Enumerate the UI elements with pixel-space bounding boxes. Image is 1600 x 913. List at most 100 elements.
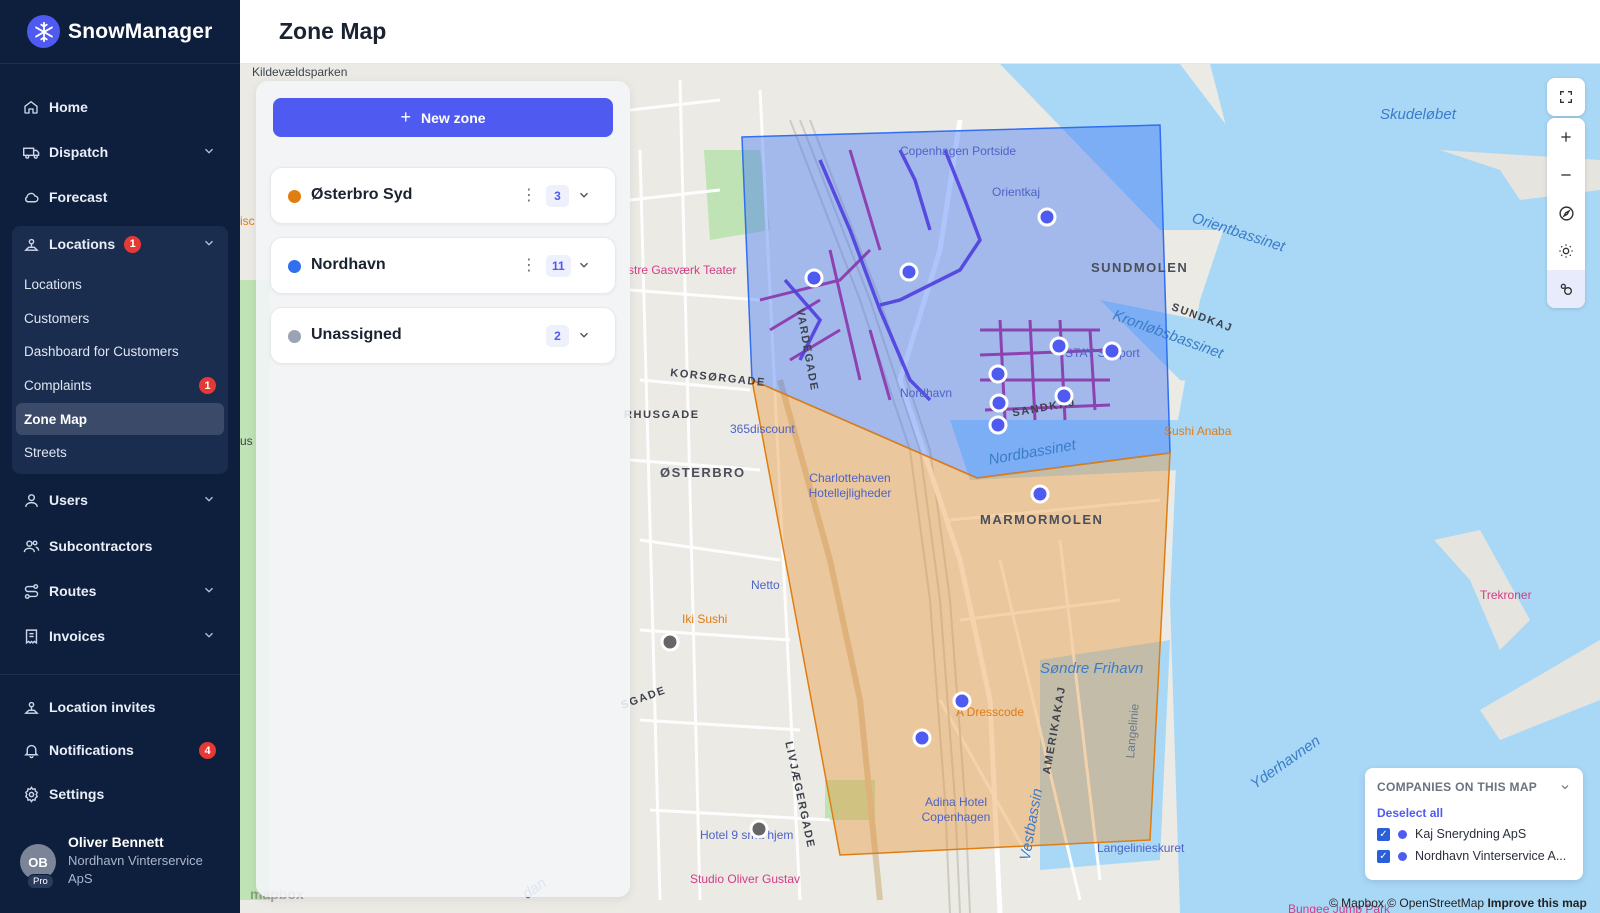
map-label-district: MARMORMOLEN (980, 512, 1104, 527)
map-label-fragment: isc (240, 214, 255, 228)
sidebar-item-notifications[interactable]: Notifications 4 (12, 731, 228, 769)
map-label-station: Nordhavn (900, 386, 953, 400)
sidebar-item-dispatch[interactable]: Dispatch (12, 133, 228, 171)
plus-icon: + (400, 107, 411, 127)
zone-card-nordhavn[interactable]: Nordhavn ⋮ 11 (270, 237, 616, 294)
fullscreen-icon[interactable] (1547, 78, 1585, 116)
zoom-in-icon[interactable] (1547, 118, 1585, 156)
zoom-out-icon[interactable] (1547, 156, 1585, 194)
layers-icon[interactable] (1547, 270, 1585, 308)
attribution-osm[interactable]: © OpenStreetMap (1387, 896, 1484, 910)
sidebar-item-label: Forecast (49, 189, 108, 205)
sidebar-item-users[interactable]: Users (12, 481, 228, 519)
company-checkbox[interactable]: ✓ (1377, 827, 1390, 841)
users-icon (22, 537, 40, 555)
new-zone-label: New zone (420, 109, 486, 126)
zone-location-count: 2 (546, 325, 569, 347)
map-label-poi: Langelinieskuret (1097, 841, 1185, 855)
attribution-mapbox[interactable]: © Mapbox (1329, 896, 1384, 910)
chevron-down-icon[interactable] (1559, 780, 1571, 798)
sidebar-item-settings[interactable]: Settings (12, 775, 228, 813)
location-icon (22, 235, 40, 253)
chevron-down-icon[interactable] (577, 188, 591, 207)
sidebar-item-home[interactable]: Home (12, 88, 228, 126)
compass-icon[interactable] (1547, 194, 1585, 232)
map-attribution[interactable]: © Mapbox © OpenStreetMap Improve this ma… (1329, 896, 1587, 910)
sidebar-subitem-zone-map[interactable]: Zone Map (16, 403, 224, 435)
map-label-theater: stre Gasværk Teater (628, 263, 737, 277)
map-label-restaurant: A Dresscode (956, 705, 1025, 719)
zone-card-unassigned[interactable]: Unassigned 2 (270, 307, 616, 364)
map-label-restaurant: Sushi Anaba (1164, 424, 1232, 438)
fullscreen-control (1547, 78, 1585, 116)
sidebar-item-routes[interactable]: Routes (12, 572, 228, 610)
sidebar-item-label: Notifications (49, 742, 134, 758)
sidebar-subitem-label: Complaints (24, 377, 92, 393)
company-row[interactable]: ✓ Kaj Snerydning ApS (1377, 825, 1577, 843)
map-label-hotel: Adina Hotel Copenhagen (921, 795, 991, 824)
sidebar-subitem-label: Locations (24, 276, 82, 292)
invoice-icon (22, 627, 40, 645)
page-header: Zone Map (240, 0, 1600, 64)
zone-color-dot (288, 190, 301, 203)
snowflake-icon (27, 15, 60, 48)
map-label-station: Orientkaj (992, 185, 1041, 199)
sidebar-item-invoices[interactable]: Invoices (12, 617, 228, 655)
user-icon (22, 491, 40, 509)
zoom-controls (1547, 118, 1585, 308)
sidebar-item-location-invites[interactable]: Location invites (12, 688, 228, 726)
route-icon (22, 582, 40, 600)
zone-panel: + New zone Østerbro Syd ⋮ 3 Nordhavn ⋮ 1… (256, 81, 630, 897)
chevron-down-icon[interactable] (577, 258, 591, 277)
location-invite-icon (22, 698, 40, 716)
user-organization: Nordhavn Vinterservice ApS (68, 853, 203, 886)
map-label-landmark: Trekroner (1480, 588, 1532, 602)
chevron-down-icon[interactable] (577, 328, 591, 347)
company-row[interactable]: ✓ Nordhavn Vinterservice A... (1377, 847, 1577, 865)
sidebar-subitem-complaints[interactable]: Complaints 1 (16, 369, 224, 401)
map-label-fragment: us (240, 434, 253, 448)
sidebar-item-locations[interactable]: Locations 1 (12, 225, 228, 263)
map-label-water: Søndre Frihavn (1040, 660, 1144, 677)
chevron-down-icon (202, 492, 216, 509)
more-vertical-icon[interactable]: ⋮ (521, 185, 537, 207)
sidebar-subitem-locations[interactable]: Locations (16, 268, 224, 300)
map-label-hotel: Copenhagen Portside (900, 144, 1017, 158)
sidebar-item-subcontractors[interactable]: Subcontractors (12, 527, 228, 565)
more-vertical-icon[interactable]: ⋮ (521, 255, 537, 277)
page-title: Zone Map (279, 18, 387, 44)
chevron-down-icon (202, 583, 216, 600)
company-checkbox[interactable]: ✓ (1377, 849, 1390, 863)
brand[interactable]: SnowManager (0, 0, 240, 64)
sidebar-item-forecast[interactable]: Forecast (12, 178, 228, 216)
map-label-restaurant: Iki Sushi (682, 612, 728, 626)
map-label-district: ØSTERBRO (660, 465, 746, 480)
sidebar-item-label: Users (49, 492, 88, 508)
zone-color-dot (288, 330, 301, 343)
map-label-hotel: Charlottehaven Hotellejligheder (808, 471, 892, 500)
attribution-improve[interactable]: Improve this map (1487, 896, 1586, 910)
map-label-shop: Netto (751, 578, 780, 592)
sidebar-subitem-dashboard[interactable]: Dashboard for Customers (16, 335, 224, 367)
notifications-badge: 4 (199, 742, 216, 759)
zone-card-osterbro-syd[interactable]: Østerbro Syd ⋮ 3 (270, 167, 616, 224)
sidebar-subitem-label: Dashboard for Customers (24, 343, 179, 359)
chevron-down-icon (202, 236, 216, 253)
user-profile[interactable]: OB Pro Oliver Bennett Nordhavn Vinterser… (20, 830, 230, 890)
company-color-dot (1398, 851, 1407, 861)
sidebar-subitem-label: Streets (24, 444, 67, 460)
new-zone-button[interactable]: + New zone (273, 98, 613, 137)
sidebar-item-label: Home (49, 99, 88, 115)
sidebar-item-label: Routes (49, 583, 97, 599)
zone-name: Unassigned (311, 326, 402, 343)
zone-name: Nordhavn (311, 256, 386, 273)
user-name: Oliver Bennett (68, 834, 164, 850)
zone-name: Østerbro Syd (311, 186, 413, 203)
sidebar-item-label: Subcontractors (49, 538, 153, 554)
locations-badge: 1 (124, 235, 142, 253)
sidebar-subitem-customers[interactable]: Customers (16, 302, 224, 334)
sidebar-item-label: Locations (49, 236, 116, 252)
sun-icon[interactable] (1547, 232, 1585, 270)
sidebar-subitem-streets[interactable]: Streets (16, 436, 224, 468)
deselect-all-link[interactable]: Deselect all (1377, 806, 1443, 820)
